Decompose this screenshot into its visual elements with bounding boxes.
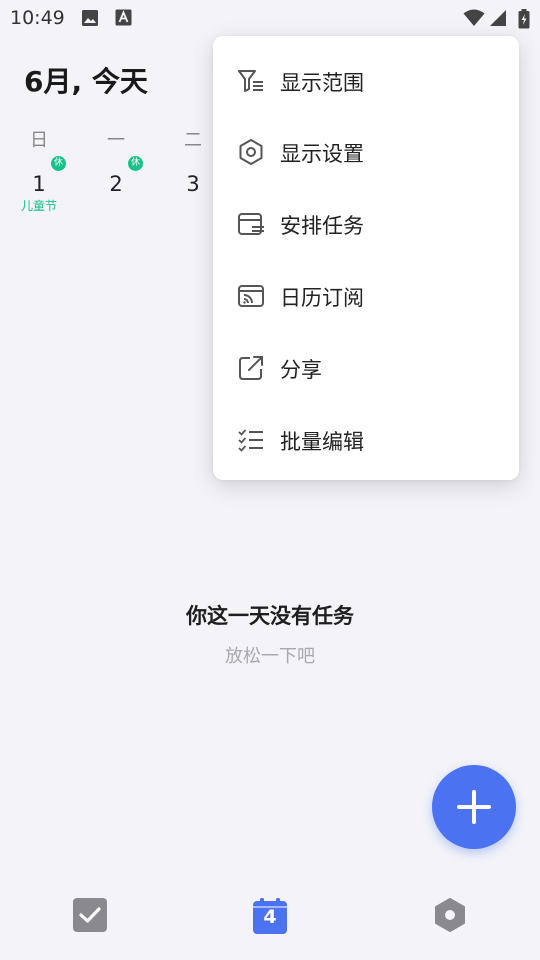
image-notification-icon [81,9,99,31]
status-bar: 10:49 [0,0,540,36]
menu-item-calendar-subscribe[interactable]: 日历订阅 [213,258,519,330]
menu-item-label: 分享 [280,358,322,382]
overflow-menu: 显示范围 显示设置 安排任务 日历订阅 分享 批量编辑 [213,36,519,480]
font-notification-icon [115,9,132,30]
weekday-label: 二 [184,130,202,151]
day-cell-date[interactable]: 1 [19,172,59,196]
menu-item-display-range[interactable]: 显示范围 [213,43,519,115]
status-time: 10:49 [10,7,65,29]
menu-item-display-settings[interactable]: 显示设置 [213,114,519,186]
empty-state-subtitle: 放松一下吧 [225,646,315,667]
plus-icon [457,790,491,824]
menu-item-batch-edit[interactable]: 批量编辑 [213,402,519,474]
weekday-label: 日 [30,130,48,151]
weekday-label: 一 [107,130,125,151]
tasks-icon[interactable] [73,898,107,936]
menu-item-label: 日历订阅 [280,286,364,310]
holiday-label: 儿童节 [20,199,57,213]
filter-icon [238,70,263,92]
add-task-button[interactable] [432,765,516,849]
settings-hex-icon [239,139,263,165]
menu-item-label: 批量编辑 [280,430,364,454]
menu-item-label: 安排任务 [280,214,364,238]
menu-item-label: 显示设置 [280,142,364,166]
day-cell-date[interactable]: 3 [173,172,213,196]
menu-item-arrange-tasks[interactable]: 安排任务 [213,186,519,258]
signal-icon [489,9,507,31]
battery-icon [518,9,530,33]
calendar-date-badge: 4 [263,906,277,928]
wifi-icon [463,9,485,31]
menu-item-share[interactable]: 分享 [213,330,519,402]
settings-icon[interactable] [433,898,467,936]
share-icon [239,356,263,380]
batch-edit-icon [238,429,263,452]
menu-item-label: 显示范围 [280,71,364,95]
empty-state-title: 你这一天没有任务 [186,604,354,628]
calendar-subscribe-icon [238,285,264,307]
rest-day-badge: 休 [128,156,143,171]
page-title: 6月, 今天 [24,65,148,98]
rest-day-badge: 休 [51,156,66,171]
arrange-task-icon [238,213,264,235]
day-cell-date[interactable]: 2 [96,172,136,196]
